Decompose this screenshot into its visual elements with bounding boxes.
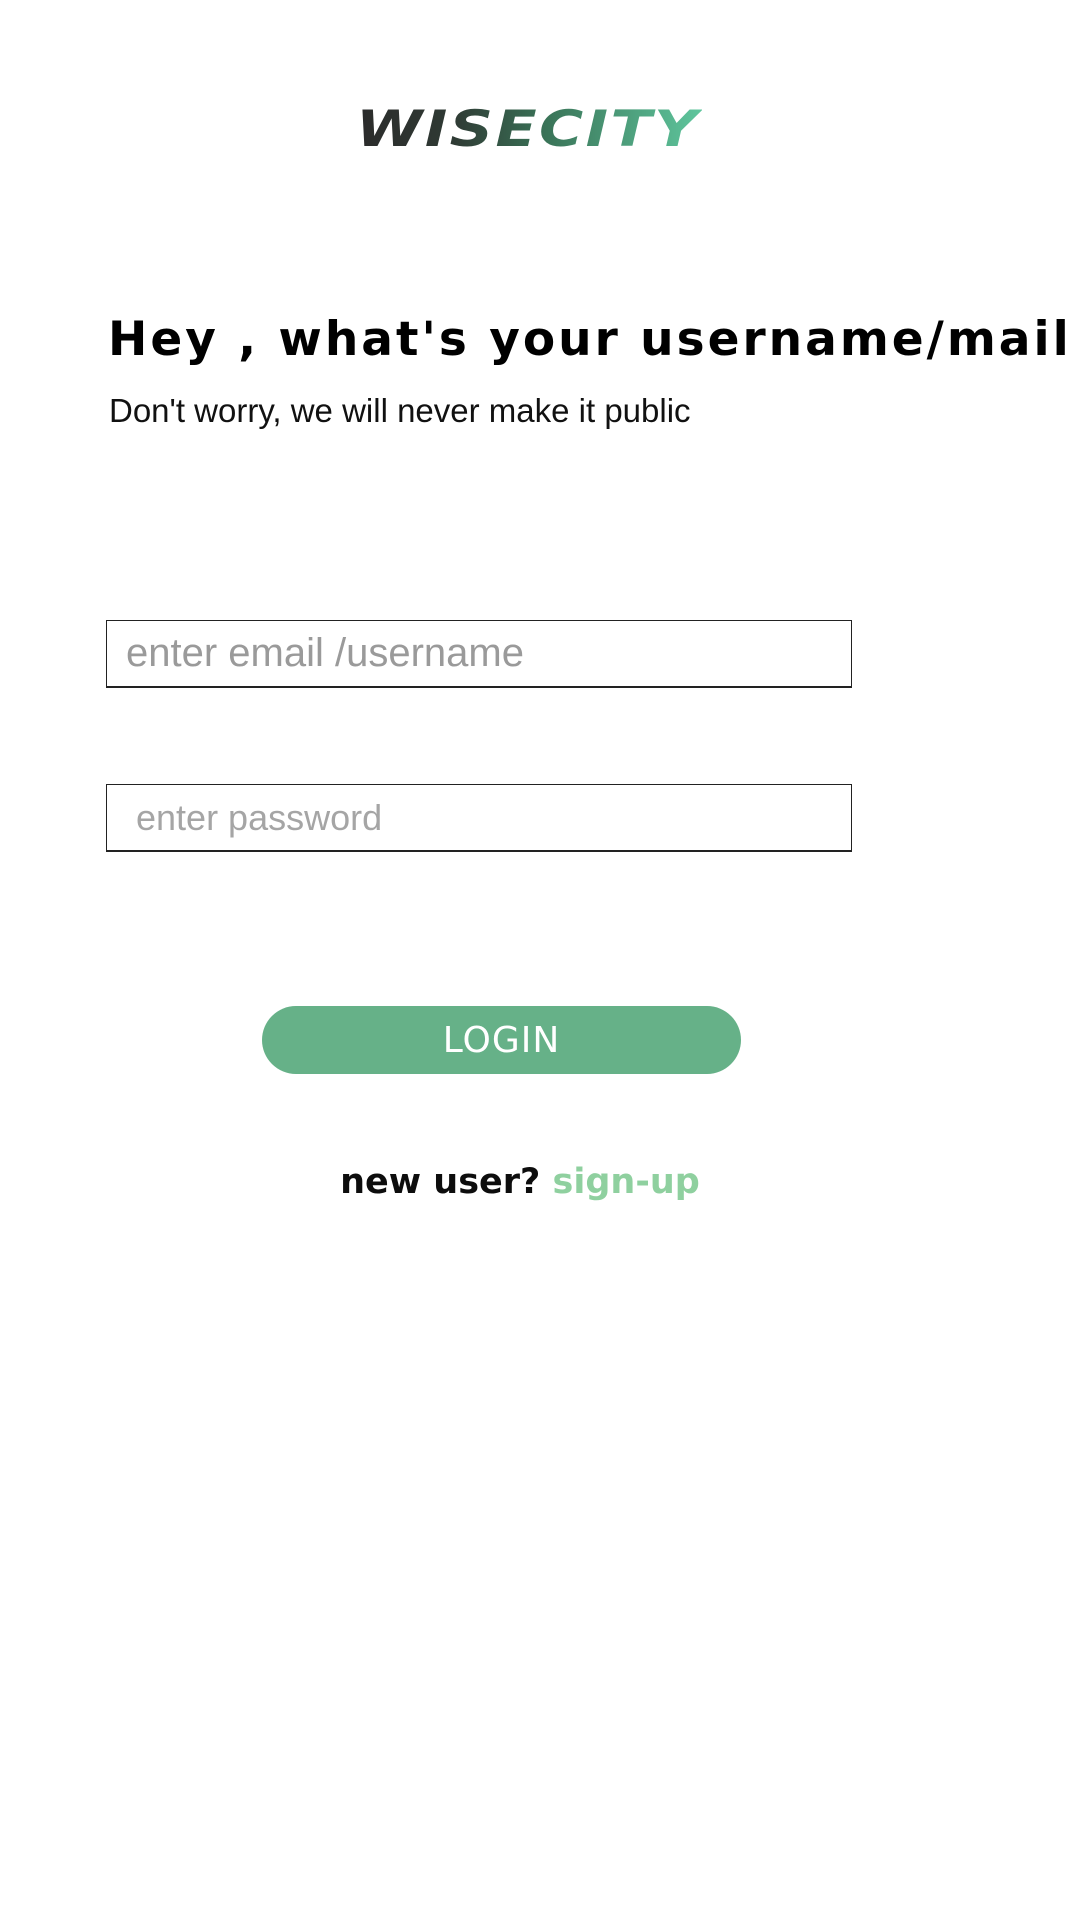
signup-prompt-text: new user? [340, 1162, 553, 1202]
page-title: Hey , what's your username/mail ? [108, 312, 1080, 367]
signup-link[interactable]: sign-up [553, 1162, 700, 1202]
wisecity-logo: WISECITY [356, 100, 702, 156]
page-subtitle: Don't worry, we will never make it publi… [109, 392, 691, 429]
password-input[interactable] [106, 784, 852, 852]
logo-text: WISECITY [356, 100, 702, 156]
signup-prompt: new user? sign-up [0, 1162, 1040, 1202]
login-button[interactable]: LOGIN [262, 1006, 741, 1074]
email-username-input[interactable] [106, 620, 852, 688]
